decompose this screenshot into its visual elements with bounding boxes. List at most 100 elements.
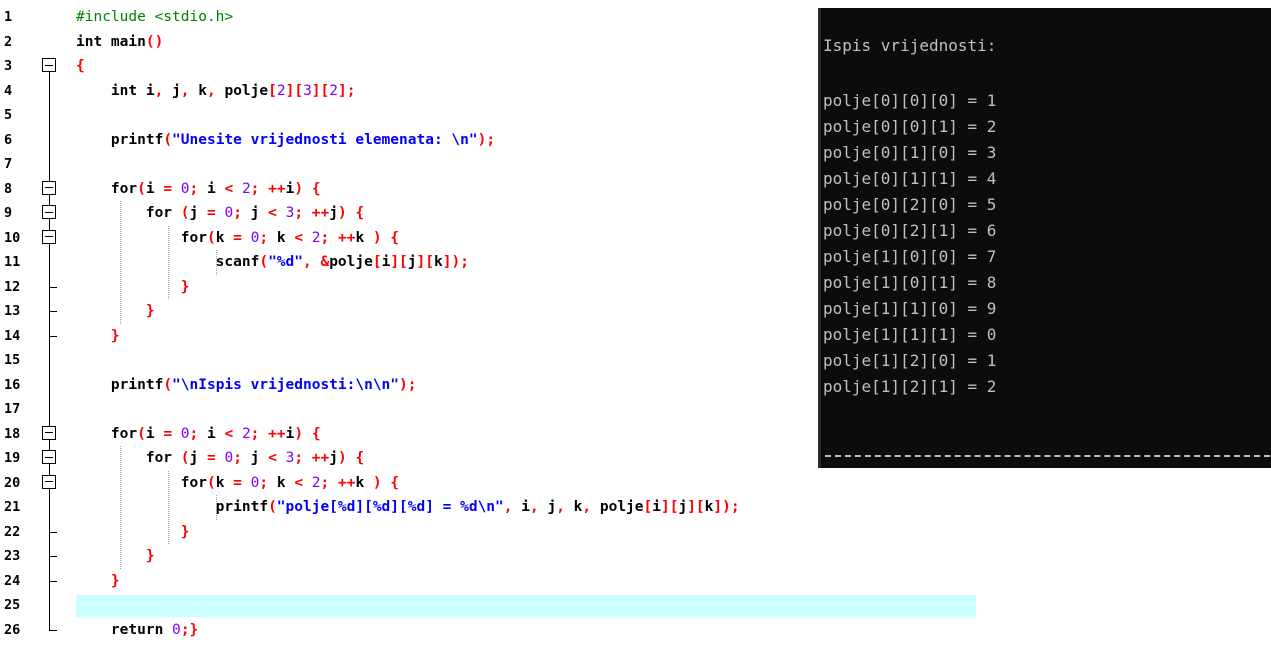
code-token: { <box>311 180 321 197</box>
code-token: < <box>224 180 234 197</box>
line-number: 2 <box>4 33 13 50</box>
fold-toggle-icon[interactable] <box>40 446 64 471</box>
fold-toggle-icon[interactable] <box>40 421 64 447</box>
fold-toggle-icon[interactable] <box>40 225 64 251</box>
line-number: 5 <box>4 107 13 123</box>
code-text[interactable]: for(i = 0; i < 2; ++i) { <box>76 177 321 202</box>
line-number: 17 <box>4 401 21 417</box>
code-text[interactable]: { <box>76 54 85 79</box>
code-token: int <box>76 33 103 50</box>
code-token: j <box>329 450 338 466</box>
code-token: ; <box>189 425 199 442</box>
code-text[interactable]: printf("polje[%d][%d][%d] = %d\n", i, j,… <box>76 495 740 520</box>
fold-line-icon <box>40 127 64 153</box>
code-token: "Unesite vrijednosti elemenata: \n" <box>172 131 478 148</box>
code-token: polje <box>215 82 269 99</box>
code-text[interactable]: } <box>76 569 120 594</box>
code-token: return <box>110 621 164 638</box>
code-token: j <box>241 205 269 221</box>
code-text[interactable]: int main() <box>76 30 163 55</box>
code-token: ; <box>320 474 330 491</box>
code-text[interactable]: scanf("%d", &polje[i][j][k]); <box>76 250 469 275</box>
code-line[interactable]: 23 } <box>0 544 1271 569</box>
code-token: { <box>355 450 365 466</box>
code-text[interactable]: } <box>76 324 120 349</box>
code-text[interactable]: printf("Unesite vrijednosti elemenata: \… <box>76 128 495 153</box>
fold-toggle-icon[interactable] <box>40 470 64 496</box>
console-line: polje[1][0][0] = 7 <box>823 247 997 266</box>
code-text[interactable]: for(k = 0; k < 2; ++k ) { <box>76 226 399 251</box>
console-separator <box>825 455 1270 457</box>
code-token: ; <box>180 621 190 638</box>
code-token: j <box>163 82 181 99</box>
line-number: 4 <box>4 82 13 99</box>
code-text[interactable]: for(k = 0; k < 2; ++k ) { <box>76 471 399 496</box>
code-token: i <box>145 425 164 442</box>
code-token: ][ <box>660 499 679 515</box>
code-token: k <box>355 229 373 246</box>
code-text[interactable]: } <box>76 544 155 569</box>
code-text[interactable]: return 0;} <box>76 618 198 643</box>
code-token: = <box>233 229 242 246</box>
fold-toggle-icon[interactable] <box>40 176 64 202</box>
line-number: 23 <box>4 548 21 564</box>
fold-line-icon <box>40 250 64 275</box>
code-token: ) <box>372 474 382 491</box>
fold-end-icon <box>40 617 64 643</box>
code-text[interactable]: for(i = 0; i < 2; ++i) { <box>76 422 321 447</box>
code-line[interactable]: 24 } <box>0 568 1271 594</box>
code-token: ( <box>137 425 146 442</box>
line-number: 22 <box>4 523 21 540</box>
code-text[interactable]: } <box>76 275 190 300</box>
code-token: } <box>145 303 155 319</box>
code-token: i <box>137 82 155 99</box>
fold-line-icon <box>40 348 64 373</box>
code-token: { <box>390 229 400 246</box>
code-text[interactable]: } <box>76 520 190 545</box>
code-text[interactable]: int i, j, k, polje[2][3][2]; <box>76 79 356 104</box>
fold-toggle-icon[interactable] <box>40 201 64 226</box>
code-text[interactable]: printf("\nIspis vrijednosti:\n\n"); <box>76 373 417 398</box>
code-token: ( <box>259 254 269 270</box>
code-text[interactable]: #include <stdio.h> <box>76 5 233 30</box>
code-line[interactable]: 20 for(k = 0; k < 2; ++k ) { <box>0 470 1271 496</box>
code-line[interactable]: 25 <box>0 593 1271 618</box>
code-token: , <box>503 499 513 515</box>
indent-guide <box>168 225 169 299</box>
line-number: 20 <box>4 474 21 491</box>
code-line[interactable]: 21 printf("polje[%d][%d][%d] = %d\n", i,… <box>0 495 1271 520</box>
fold-line-icon <box>40 152 64 177</box>
code-token: ( <box>206 474 216 491</box>
code-token: ] <box>338 82 347 99</box>
code-token: ( <box>180 205 190 221</box>
line-number: 7 <box>4 156 13 172</box>
code-token: ++ <box>268 180 286 197</box>
code-token: i <box>512 499 530 515</box>
line-number: 18 <box>4 425 21 442</box>
fold-toggle-icon[interactable] <box>40 54 64 79</box>
code-token: printf <box>76 499 269 515</box>
code-token: ]) <box>442 254 461 270</box>
code-token: 2 <box>241 180 251 197</box>
code-line[interactable]: 22 } <box>0 519 1271 545</box>
console-header: Ispis vrijednosti: <box>823 36 997 55</box>
line-number: 11 <box>4 254 21 270</box>
code-token: < <box>294 474 304 491</box>
code-line[interactable]: 26 return 0;} <box>0 617 1271 643</box>
fold-end-icon <box>40 299 64 324</box>
code-text[interactable]: } <box>76 299 155 324</box>
code-token: "\nIspis vrijednosti:\n\n" <box>172 376 400 393</box>
